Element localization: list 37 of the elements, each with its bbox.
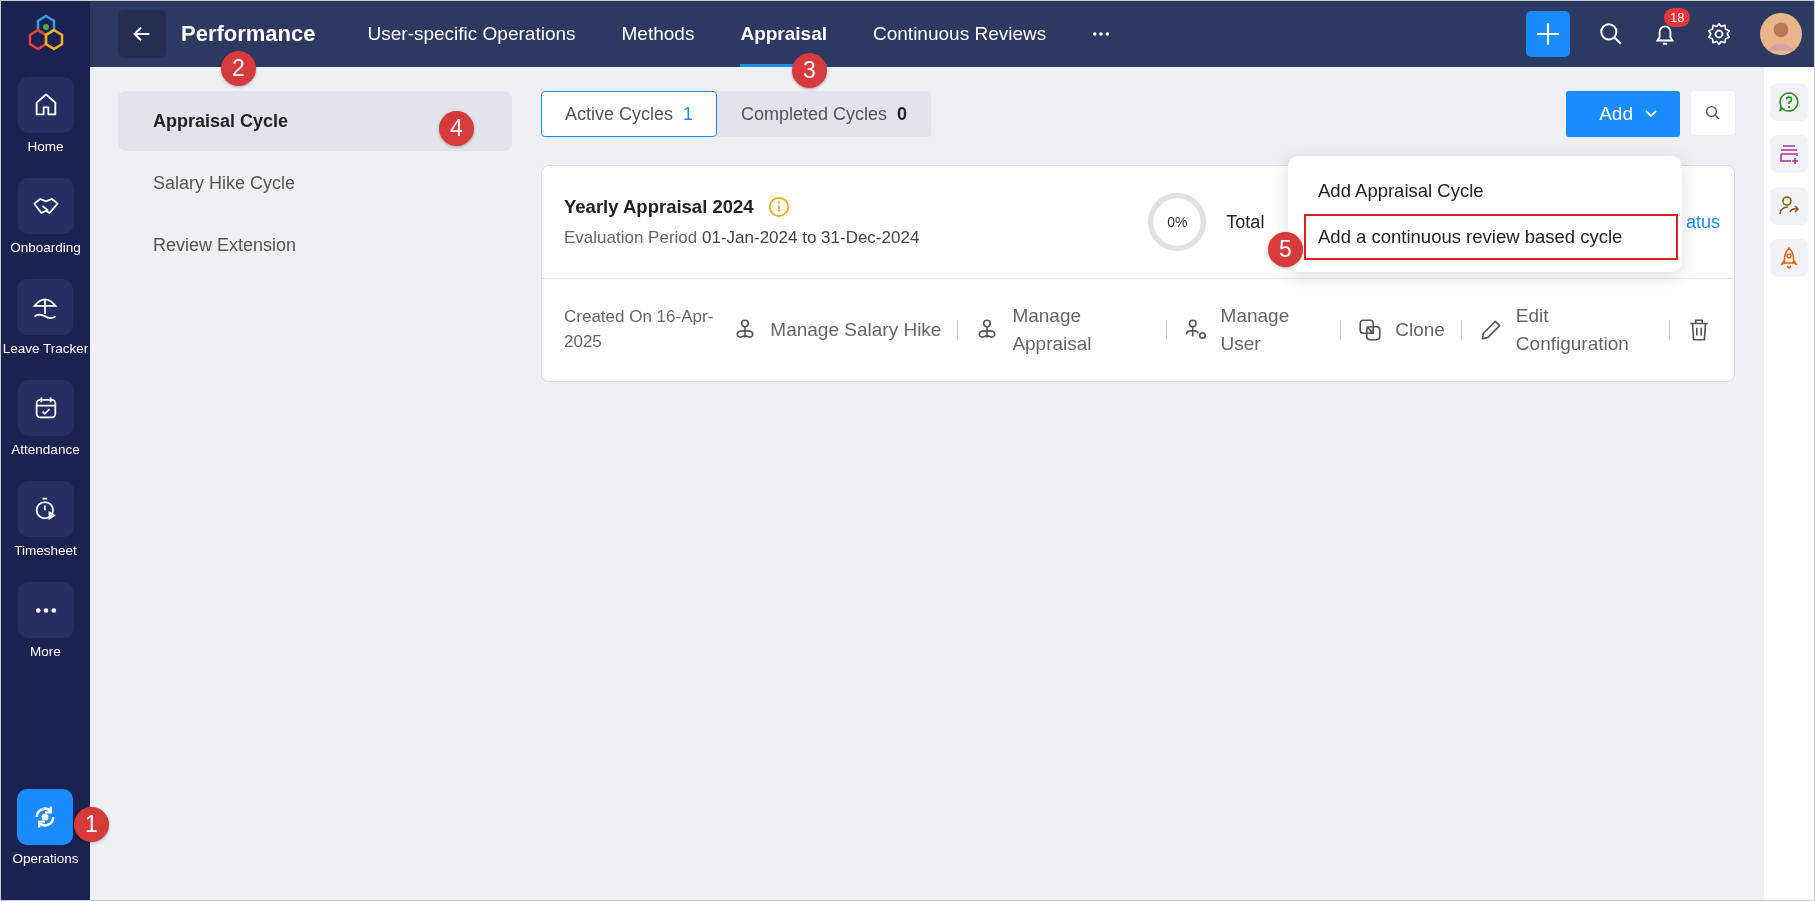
cycle-tab[interactable]: Active Cycles 1 [541,91,718,137]
plus-icon [1535,21,1561,47]
action-link[interactable]: Manage Salary Hike [732,316,942,344]
action-link[interactable]: Manage User [1182,302,1325,358]
notification-count: 18 [1664,8,1691,27]
menu-item[interactable]: Add Appraisal Cycle [1304,168,1678,214]
nav-tab[interactable]: User-specific Operations [367,1,576,67]
action-link[interactable]: Clone [1357,316,1445,344]
search-button[interactable] [1691,91,1735,135]
cycle-tab[interactable]: Completed Cycles 0 [717,91,932,137]
nav-tab[interactable]: Methods [621,1,695,67]
rocket-icon[interactable] [1770,239,1808,277]
chevron-down-icon [1645,110,1657,118]
cycle-title: Yearly Appraisal 2024 [564,196,754,218]
nav-tab[interactable]: Continuous Reviews [873,1,1047,67]
module-title: Performance [181,21,316,47]
evaluation-period: Evaluation Period 01-Jan-2024 to 31-Dec-2024 [564,228,920,248]
action-link[interactable]: Edit Configuration [1477,302,1654,358]
rail-item[interactable]: Leave Tracker [2,279,89,356]
search-icon [1704,104,1722,122]
settings-icon[interactable] [1706,21,1732,47]
more-icon[interactable] [1092,31,1111,37]
action-link[interactable]: Manage Appraisal [974,302,1150,358]
submenu-item[interactable]: Salary Hike Cycle [118,153,512,213]
copy-icon [1357,317,1384,343]
avatar[interactable] [1760,13,1802,55]
user-share-icon[interactable] [1770,187,1808,225]
total-label: Total [1226,211,1265,233]
menu-item[interactable]: Add a continuous review based cycle [1304,214,1678,260]
add-button[interactable] [1526,11,1570,57]
search-icon[interactable] [1598,21,1624,47]
back-button[interactable] [118,10,166,58]
add-list-icon[interactable] [1770,135,1808,173]
submenu-item[interactable]: Review Extension [118,215,512,275]
help-icon[interactable] [1770,83,1808,121]
created-date: Created On 16-Apr-2025 [564,306,715,353]
more-icon [34,606,57,614]
